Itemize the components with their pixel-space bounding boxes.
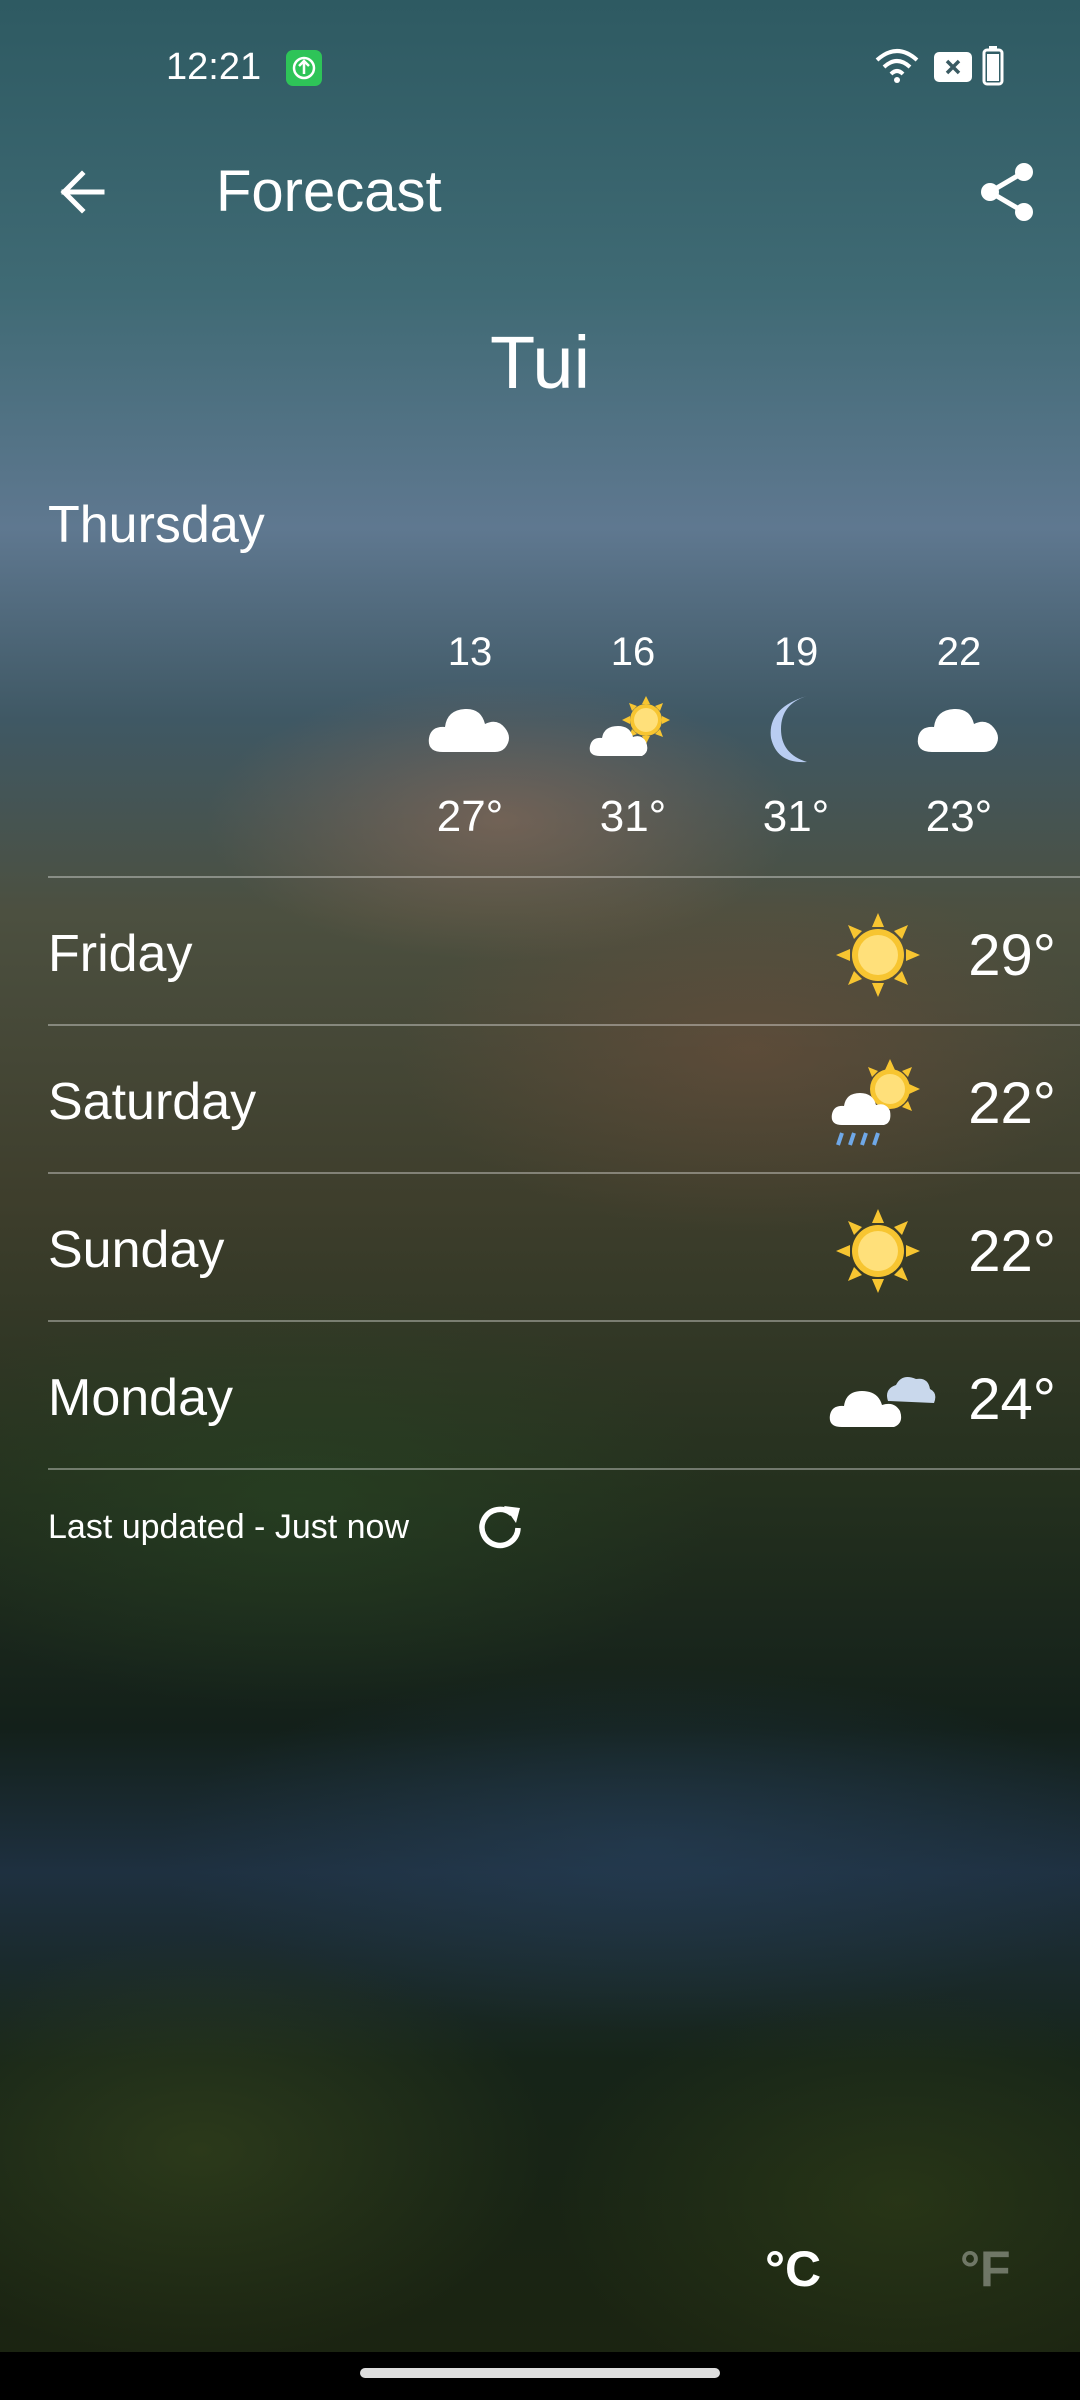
hour-label: 22 — [936, 630, 982, 674]
hourly-item: 13 27° — [400, 630, 540, 842]
forecast-temp: 22° — [968, 1071, 1056, 1136]
hour-label: 13 — [447, 630, 493, 674]
hourly-item: 16 31° — [563, 630, 703, 842]
cloud-icon — [889, 694, 1029, 784]
forecast-temp: 24° — [968, 1367, 1056, 1432]
forecast-day: Friday — [48, 925, 193, 983]
hourly-item: 19 31° — [726, 630, 866, 842]
moon-icon — [726, 694, 866, 784]
forecast-temp: 29° — [968, 923, 1056, 988]
celsius-toggle[interactable]: °C — [765, 2240, 821, 2298]
hour-label: 19 — [773, 630, 819, 674]
forecast-row[interactable]: Monday 24° — [48, 1324, 1080, 1469]
share-button[interactable] — [976, 160, 1040, 224]
forecast-row[interactable]: Saturday 22° — [48, 1028, 1080, 1173]
home-gesture-handle[interactable] — [360, 2368, 720, 2378]
status-bar: 12:21 — [0, 0, 1080, 140]
sun-rain-icon — [828, 1053, 938, 1153]
no-sim-icon — [934, 52, 972, 87]
hour-label: 16 — [610, 630, 656, 674]
forecast-temp: 22° — [968, 1219, 1056, 1284]
last-updated-text: Last updated - Just now — [48, 1508, 410, 1546]
hour-temp: 27° — [436, 792, 504, 841]
page-title: Forecast — [216, 159, 442, 224]
forecast-row[interactable]: Friday 29° — [48, 880, 1080, 1025]
divider — [48, 1320, 1080, 1322]
forecast-day: Saturday — [48, 1073, 257, 1131]
divider — [48, 1172, 1080, 1174]
today-day-label: Thursday — [48, 496, 265, 554]
sun-icon — [828, 905, 938, 1005]
sun-cloud-icon — [563, 694, 703, 784]
back-button[interactable] — [52, 160, 116, 224]
forecast-day: Monday — [48, 1369, 233, 1427]
clouds-icon — [828, 1349, 938, 1449]
arrow-left-icon — [60, 170, 105, 214]
cloud-icon — [400, 694, 540, 784]
forecast-day: Sunday — [48, 1221, 225, 1279]
refresh-button[interactable] — [470, 1498, 530, 1558]
hourly-item: 22 23° — [889, 630, 1029, 842]
sun-icon — [828, 1201, 938, 1301]
hour-temp: 23° — [925, 792, 993, 841]
share-icon — [981, 163, 1033, 221]
status-time: 12:21 — [166, 46, 262, 88]
divider — [48, 1024, 1080, 1026]
fahrenheit-toggle[interactable]: °F — [960, 2240, 1011, 2298]
forecast-row[interactable]: Sunday 22° — [48, 1176, 1080, 1321]
hour-temp: 31° — [599, 792, 667, 841]
battery-icon — [982, 46, 1004, 91]
wifi-icon — [874, 48, 920, 89]
divider — [48, 876, 1080, 878]
hour-temp: 31° — [762, 792, 830, 841]
divider — [48, 1468, 1080, 1470]
upload-notification-icon — [286, 50, 322, 91]
refresh-icon — [479, 1506, 521, 1549]
city-name: Tui — [489, 321, 591, 404]
